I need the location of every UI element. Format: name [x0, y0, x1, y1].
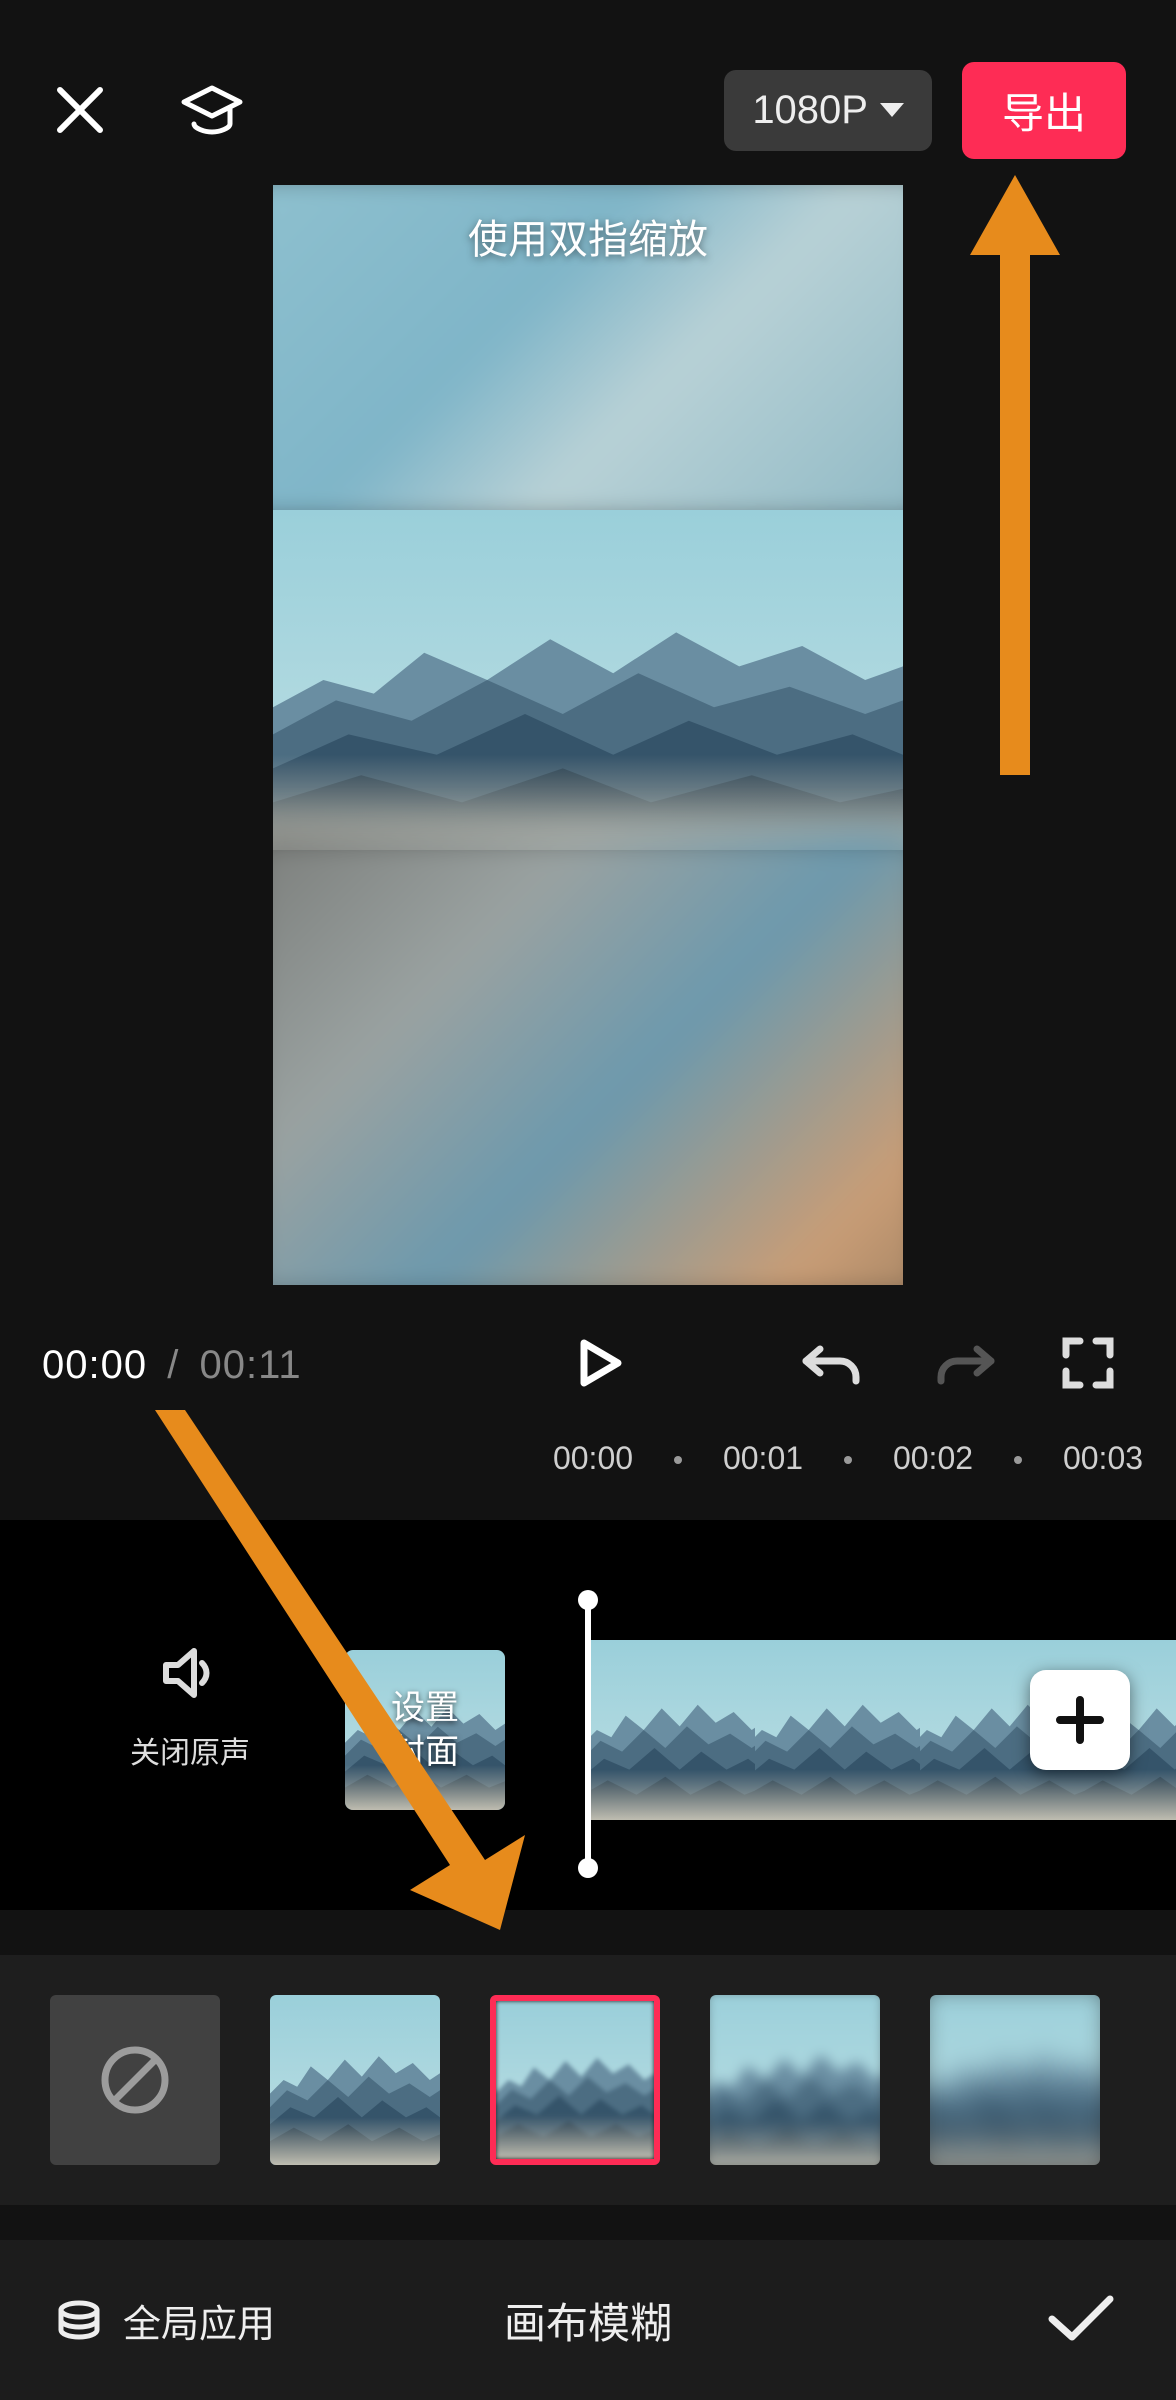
mute-label: 关闭原声 — [130, 1728, 250, 1772]
add-clip-button[interactable] — [1030, 1670, 1130, 1770]
time-ruler[interactable]: 00:00 00:01 00:02 00:03 — [0, 1440, 1176, 1500]
confirm-button[interactable] — [1046, 2293, 1116, 2348]
fullscreen-button[interactable] — [1060, 1335, 1116, 1396]
cover-label: 设置 封面 — [391, 1686, 459, 1774]
redo-button[interactable] — [935, 1337, 997, 1394]
ruler-dot — [844, 1456, 852, 1464]
apply-all-label: 全局应用 — [123, 2293, 275, 2348]
bottom-bar: 全局应用 画布模糊 — [0, 2240, 1176, 2400]
video-frame — [273, 510, 903, 850]
playback-bar: 00:00 / 00:11 — [0, 1320, 1176, 1410]
time-display: 00:00 / 00:11 — [42, 1343, 302, 1388]
undo-button[interactable] — [800, 1337, 862, 1394]
tutorial-icon[interactable] — [180, 78, 244, 142]
resolution-dropdown[interactable]: 1080P — [724, 70, 932, 151]
blur-option-medium[interactable] — [710, 1995, 880, 2165]
ruler-dot — [1014, 1456, 1022, 1464]
ruler-tick: 00:02 — [893, 1440, 973, 1477]
export-button[interactable]: 导出 — [962, 62, 1126, 159]
resolution-label: 1080P — [752, 88, 868, 133]
ruler-tick: 00:00 — [553, 1440, 633, 1477]
blur-option-light[interactable] — [490, 1995, 660, 2165]
chevron-down-icon — [880, 103, 904, 117]
playhead[interactable] — [585, 1600, 591, 1868]
duration: 00:11 — [199, 1343, 301, 1387]
clip-thumb[interactable] — [755, 1640, 920, 1820]
canvas-blur-bottom — [273, 828, 903, 1285]
annotation-arrow-up — [960, 175, 1070, 780]
apply-all-button[interactable]: 全局应用 — [55, 2293, 275, 2348]
blur-option-heavy[interactable] — [930, 1995, 1100, 2165]
set-cover-button[interactable]: 设置 封面 — [345, 1650, 505, 1810]
ruler-dot — [674, 1456, 682, 1464]
mute-original-audio[interactable]: 关闭原声 — [130, 1645, 250, 1772]
time-separator: / — [167, 1343, 179, 1387]
blur-option-clear[interactable] — [270, 1995, 440, 2165]
blur-option-none[interactable] — [50, 1995, 220, 2165]
ruler-tick: 00:01 — [723, 1440, 803, 1477]
timeline[interactable]: 关闭原声 设置 封面 — [0, 1520, 1176, 1910]
play-button[interactable] — [570, 1335, 626, 1396]
pinch-zoom-hint: 使用双指缩放 — [273, 207, 903, 265]
current-time: 00:00 — [42, 1343, 147, 1387]
panel-title: 画布模糊 — [504, 2290, 672, 2351]
top-bar: 1080P 导出 — [0, 60, 1176, 160]
video-preview[interactable]: 使用双指缩放 — [273, 185, 903, 1285]
canvas-blur-options — [0, 1955, 1176, 2205]
close-button[interactable] — [50, 80, 110, 140]
ruler-tick: 00:03 — [1063, 1440, 1143, 1477]
clip-thumb[interactable] — [590, 1640, 755, 1820]
